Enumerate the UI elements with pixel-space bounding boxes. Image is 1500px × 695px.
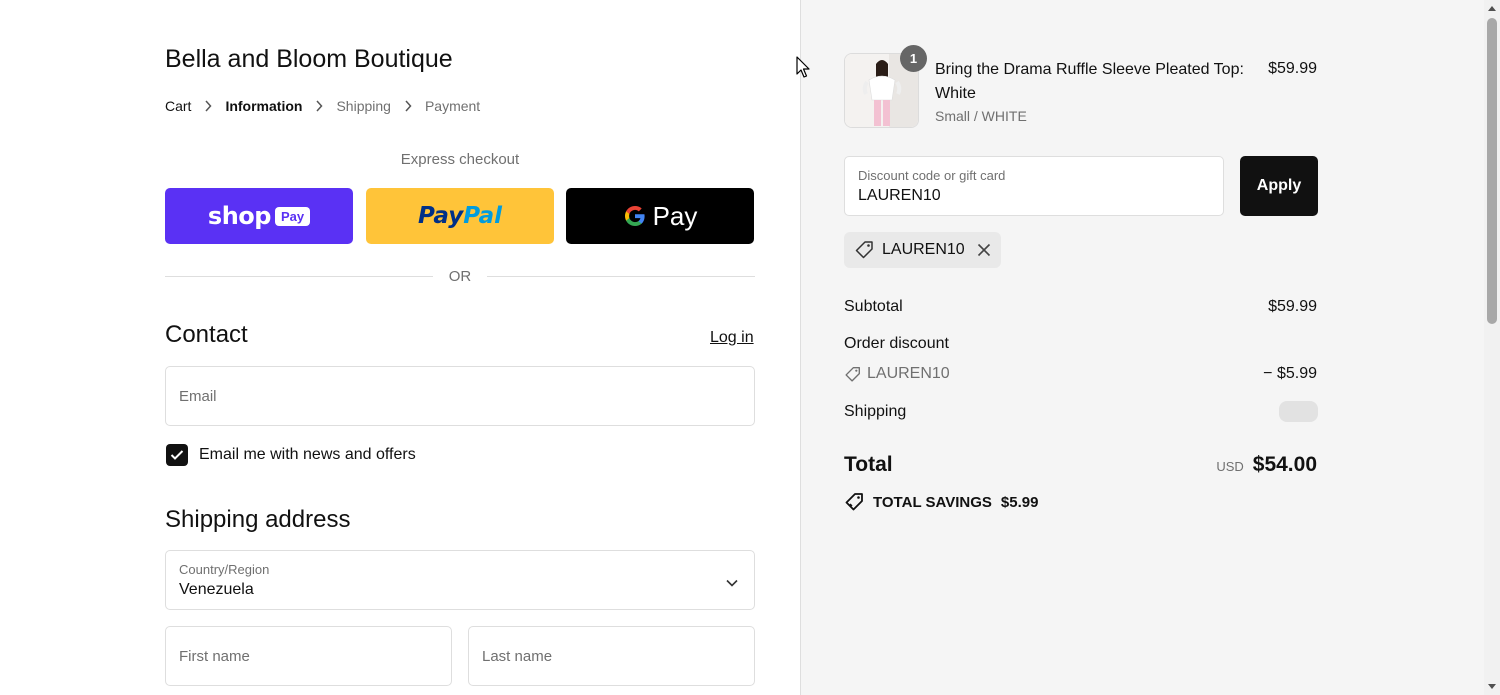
breadcrumb: Cart Information Shipping Payment xyxy=(165,98,480,114)
google-pay-text: Pay xyxy=(652,200,698,231)
total-savings-row: TOTAL SAVINGS $5.99 xyxy=(844,492,1038,512)
country-value: Venezuela xyxy=(179,581,254,598)
discount-code: LAUREN10 xyxy=(867,365,950,382)
total-amount: $54.00 xyxy=(1252,453,1317,476)
first-name-placeholder: First name xyxy=(179,648,250,665)
mouse-cursor-icon xyxy=(796,56,812,85)
total-label: Total xyxy=(844,453,893,476)
breadcrumb-information: Information xyxy=(225,98,303,114)
order-discount-label: Order discount xyxy=(844,335,949,352)
last-name-field[interactable]: Last name xyxy=(468,626,755,686)
discount-code-field[interactable]: Discount code or gift card LAUREN10 xyxy=(844,156,1224,216)
scroll-up-arrow-icon[interactable] xyxy=(1484,0,1500,16)
scrollbar-thumb[interactable] xyxy=(1487,18,1497,324)
country-select[interactable]: Country/Region Venezuela xyxy=(165,550,755,610)
product-variant: Small / WHITE xyxy=(935,108,1027,124)
subtotal-value: $59.99 xyxy=(1268,298,1317,315)
shipping-loading-placeholder xyxy=(1279,401,1318,422)
last-name-placeholder: Last name xyxy=(482,648,553,665)
login-link[interactable]: Log in xyxy=(710,329,754,347)
subtotal-label: Subtotal xyxy=(844,298,903,315)
first-name-field[interactable]: First name xyxy=(165,626,452,686)
chevron-right-icon xyxy=(315,100,323,112)
discount-field-value: LAUREN10 xyxy=(858,187,941,204)
google-pay-button[interactable]: Pay xyxy=(566,188,754,244)
savings-tag-icon xyxy=(844,492,864,512)
shop-pay-badge: Pay xyxy=(274,206,311,226)
shop-pay-button[interactable]: shop Pay xyxy=(165,188,353,244)
chevron-right-icon xyxy=(204,100,212,112)
paypal-logo-text-2: Pal xyxy=(463,203,502,229)
total-savings-value: $5.99 xyxy=(1000,493,1039,511)
contact-title: Contact xyxy=(165,321,248,348)
paypal-button[interactable]: Pay Pal xyxy=(366,188,554,244)
applied-discount-chip: LAUREN10 xyxy=(844,232,1001,268)
scroll-down-arrow-icon[interactable] xyxy=(1484,679,1500,695)
remove-discount-icon[interactable] xyxy=(977,243,991,257)
tag-icon xyxy=(844,366,861,383)
email-placeholder: Email xyxy=(179,388,217,405)
total-amount-group: USD $54.00 xyxy=(1216,453,1317,477)
discount-value: − $5.99 xyxy=(1263,365,1317,382)
page-scrollbar[interactable] xyxy=(1484,0,1500,695)
or-label: OR xyxy=(448,268,472,285)
country-label: Country/Region xyxy=(179,562,270,577)
total-savings-label: TOTAL SAVINGS xyxy=(873,493,992,511)
google-g-icon xyxy=(623,204,647,228)
discount-code-row: LAUREN10 xyxy=(844,365,950,383)
breadcrumb-payment: Payment xyxy=(424,98,481,114)
quantity-badge: 1 xyxy=(900,45,927,72)
newsletter-label[interactable]: Email me with news and offers xyxy=(199,446,416,464)
checkmark-icon xyxy=(170,450,184,460)
chevron-right-icon xyxy=(404,100,412,112)
shop-pay-logo-text: shop xyxy=(207,202,272,230)
total-currency: USD xyxy=(1216,459,1244,474)
product-price: $59.99 xyxy=(1268,60,1317,77)
discount-field-label: Discount code or gift card xyxy=(858,168,1006,183)
email-field[interactable]: Email xyxy=(165,366,755,426)
chevron-down-icon xyxy=(726,574,738,592)
product-name: Bring the Drama Ruffle Sleeve Pleated To… xyxy=(935,61,1244,102)
newsletter-checkbox[interactable] xyxy=(166,444,188,466)
shipping-address-title: Shipping address xyxy=(165,506,351,533)
shipping-label: Shipping xyxy=(844,403,907,420)
paypal-logo-text-1: Pay xyxy=(418,203,464,229)
tag-icon xyxy=(854,240,874,260)
applied-code: LAUREN10 xyxy=(882,241,965,258)
checkout-main-column: Bella and Bloom Boutique Cart Informatio… xyxy=(0,0,800,695)
divider-line xyxy=(165,276,433,277)
apply-button[interactable]: Apply xyxy=(1240,156,1318,216)
breadcrumb-cart[interactable]: Cart xyxy=(165,98,191,114)
store-name[interactable]: Bella and Bloom Boutique xyxy=(165,45,453,74)
divider-line xyxy=(487,276,755,277)
or-divider: OR xyxy=(165,268,755,285)
express-checkout-label: Express checkout xyxy=(400,151,520,168)
breadcrumb-shipping: Shipping xyxy=(336,98,391,114)
